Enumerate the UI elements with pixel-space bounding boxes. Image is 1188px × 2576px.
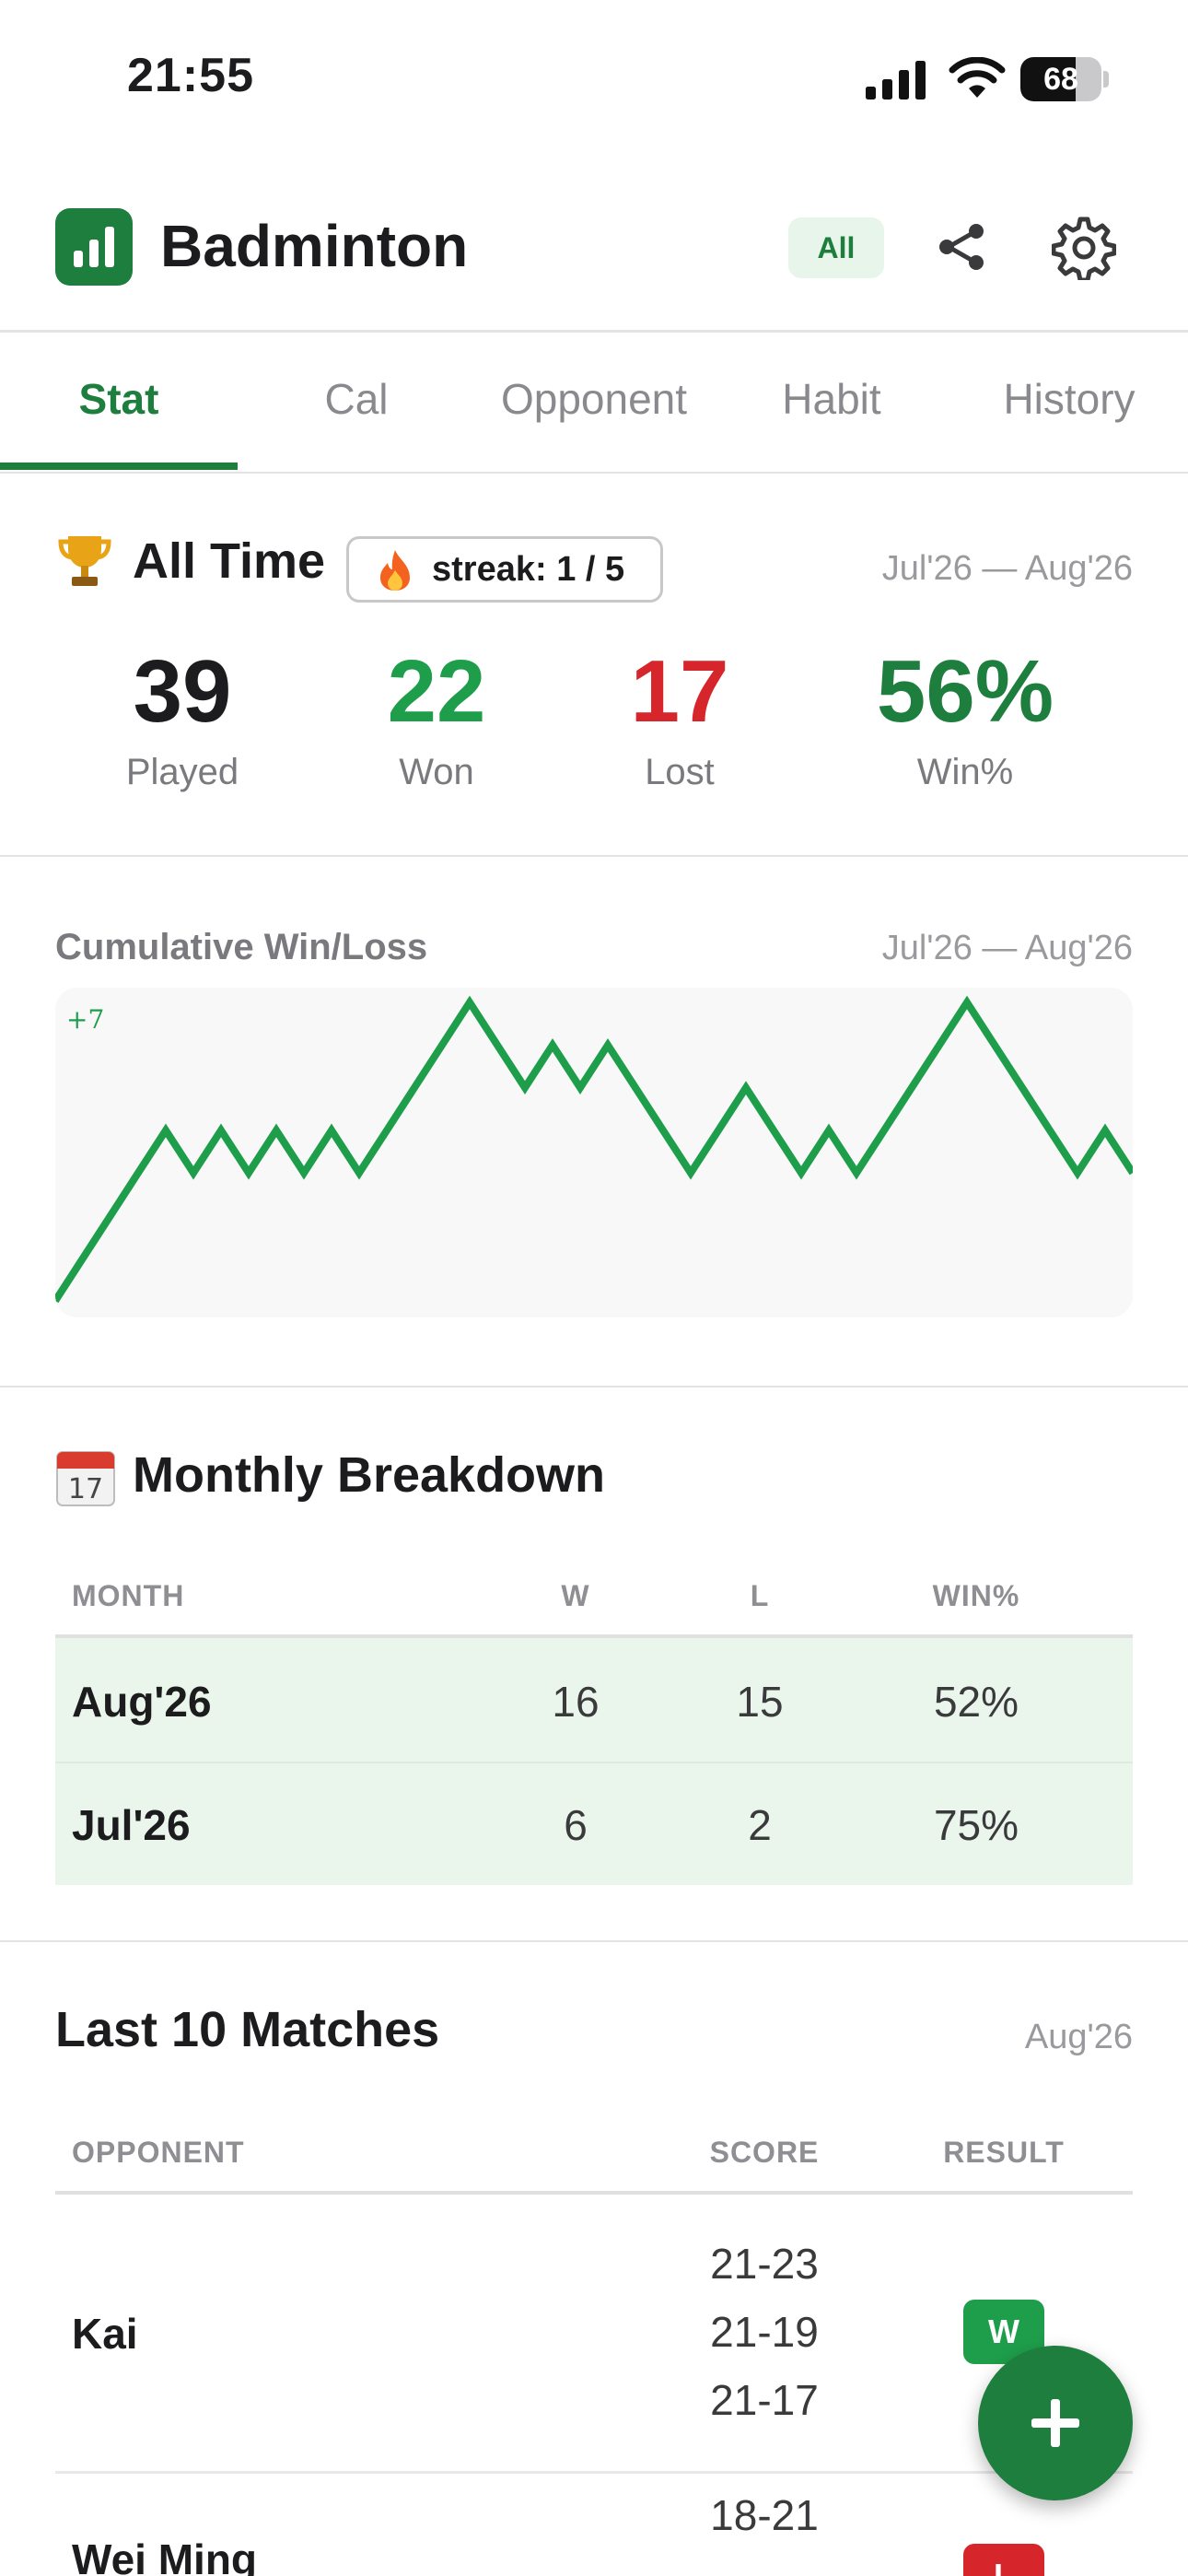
trophy-icon — [58, 536, 111, 586]
header-divider — [0, 330, 1188, 333]
matches-table: OPPONENT SCORE RESULT Kai 21-23 21-19 21… — [55, 2123, 1133, 2576]
wins-cell: 16 — [552, 1678, 600, 1726]
share-icon[interactable] — [936, 221, 987, 273]
score-cell: 18-21 — [710, 2491, 819, 2539]
all-time-title: All Time — [133, 533, 326, 589]
win-pct-cell: 75% — [933, 1801, 1019, 1849]
table-row[interactable]: Kai 21-23 21-19 21-17 W — [55, 2195, 1133, 2471]
all-time-date-range: Jul'26 — Aug'26 — [881, 549, 1133, 588]
month-cell: Aug'26 — [72, 1678, 212, 1726]
result-badge: L — [963, 2544, 1044, 2576]
win-pct-cell: 52% — [933, 1678, 1019, 1726]
last-matches-title: Last 10 Matches — [55, 2002, 440, 2057]
tab-opponent[interactable]: Opponent — [475, 334, 713, 472]
streak-text: streak: 1 / 5 — [432, 550, 625, 589]
status-time: 21:55 — [127, 49, 254, 102]
score-cell: 21-17 — [710, 2376, 819, 2424]
battery-indicator: 68 — [1020, 57, 1109, 101]
battery-cap — [1103, 71, 1109, 88]
streak-badge[interactable]: streak: 1 / 5 — [346, 536, 663, 603]
col-opponent: OPPONENT — [72, 2136, 245, 2169]
battery-body: 68 — [1020, 57, 1101, 101]
opponent-cell: Kai — [72, 2310, 138, 2358]
plus-icon — [1031, 2399, 1079, 2447]
cumulative-line — [55, 995, 1133, 1304]
col-win-pct: WIN% — [932, 1579, 1020, 1612]
battery-percent: 68 — [1043, 62, 1078, 97]
monthly-title: Monthly Breakdown — [133, 1447, 606, 1503]
stat-played: 39 Played — [44, 641, 320, 793]
stat-lost-value: 17 — [630, 642, 729, 741]
add-match-button[interactable] — [978, 2346, 1133, 2500]
col-score: SCORE — [709, 2136, 820, 2169]
cellular-signal-icon — [866, 61, 926, 100]
table-row[interactable]: Aug'26 16 15 52% — [55, 1638, 1133, 1762]
score-cell: 21-19 — [710, 2308, 819, 2356]
losses-cell: 2 — [748, 1801, 772, 1849]
tab-cal[interactable]: Cal — [238, 334, 475, 472]
stat-won-value: 22 — [387, 642, 486, 741]
cumulative-chart: +7 — [55, 988, 1133, 1317]
monthly-table: MONTH W L WIN% Aug'26 16 15 52% Jul'26 6… — [55, 1566, 1133, 1885]
last-matches-date-range: Aug'26 — [1024, 2018, 1133, 2056]
tab-stat[interactable]: Stat — [0, 334, 238, 472]
stat-win-pct: 56% Win% — [827, 641, 1103, 793]
section-divider — [0, 855, 1188, 857]
section-divider — [0, 1940, 1188, 1942]
stat-played-label: Played — [125, 752, 239, 792]
tab-habit[interactable]: Habit — [713, 334, 950, 472]
table-row[interactable]: Wei Ming 18-21 L — [55, 2474, 1133, 2576]
stat-win-pct-label: Win% — [916, 752, 1014, 792]
col-month: MONTH — [72, 1579, 185, 1612]
col-l: L — [750, 1579, 770, 1612]
cumulative-chart-svg — [55, 995, 1133, 1304]
stat-won-label: Won — [399, 752, 474, 792]
chart-title: Cumulative Win/Loss — [55, 927, 428, 967]
stat-played-value: 39 — [133, 642, 232, 741]
stat-won: 22 Won — [298, 641, 575, 793]
opponent-cell: Wei Ming — [72, 2535, 258, 2576]
stat-win-pct-value: 56% — [876, 642, 1054, 741]
filter-chip[interactable]: All — [788, 217, 884, 278]
gear-icon[interactable] — [1052, 216, 1116, 280]
score-cell: 21-23 — [710, 2240, 819, 2288]
month-cell: Jul'26 — [72, 1801, 191, 1849]
fire-icon — [380, 550, 410, 591]
app-header: Badminton All — [0, 184, 1188, 330]
losses-cell: 15 — [736, 1678, 784, 1726]
status-bar: 21:55 68 — [0, 0, 1188, 157]
tab-history[interactable]: History — [950, 334, 1188, 472]
tab-bar: Stat Cal Opponent Habit History — [0, 334, 1188, 472]
stat-lost: 17 Lost — [542, 641, 818, 793]
tabs-divider — [0, 472, 1188, 474]
chart-max-label: +7 — [66, 1004, 105, 1035]
wifi-icon — [949, 57, 1006, 98]
col-result: RESULT — [943, 2136, 1065, 2169]
chart-date-range: Jul'26 — Aug'26 — [881, 929, 1133, 967]
col-w: W — [561, 1579, 590, 1612]
active-tab-indicator — [0, 463, 238, 470]
app-title: Badminton — [160, 213, 469, 279]
bar-chart-icon — [55, 208, 133, 286]
stat-lost-label: Lost — [645, 752, 715, 792]
svg-text:17: 17 — [68, 1473, 103, 1505]
section-divider — [0, 1386, 1188, 1388]
calendar-icon: 17 — [56, 1451, 115, 1506]
wins-cell: 6 — [564, 1801, 588, 1849]
table-row[interactable]: Jul'26 6 2 75% — [55, 1763, 1133, 1885]
